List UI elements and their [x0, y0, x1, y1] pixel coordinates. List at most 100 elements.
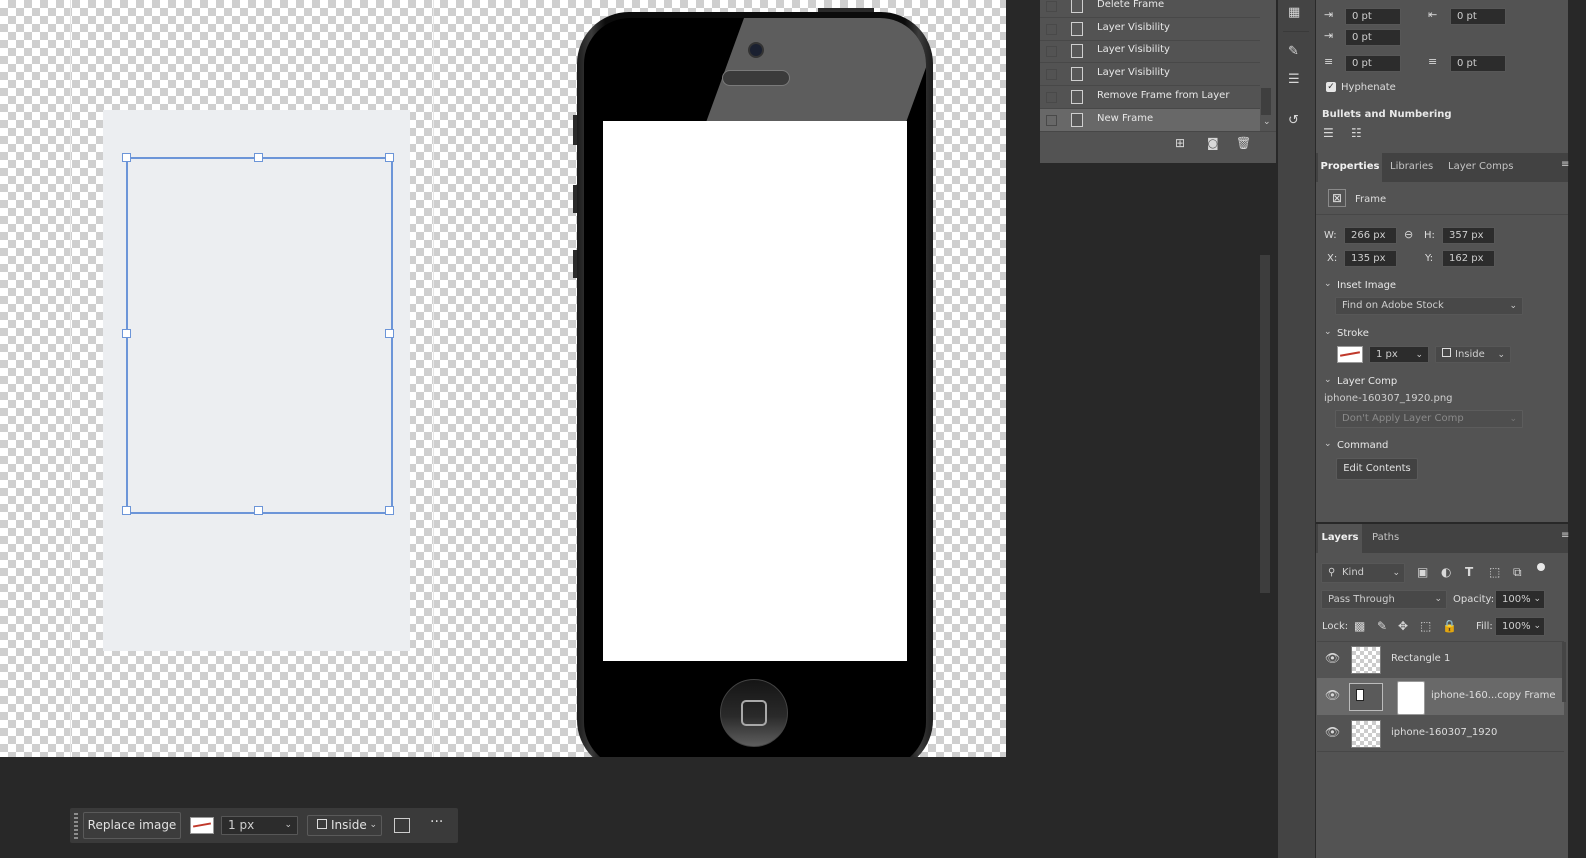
history-state-item[interactable]: Layer Visibility: [1040, 18, 1260, 41]
indent-left-icon: ⇥: [1324, 8, 1334, 21]
lock-transparent-icon[interactable]: ▩: [1354, 619, 1365, 633]
layer-row-iphone-frame[interactable]: 👁 iphone-160...copy Frame: [1317, 679, 1564, 715]
stroke-heading: Stroke: [1337, 328, 1369, 339]
layer-comp-chevron-icon[interactable]: ⌄: [1324, 375, 1332, 385]
width-field[interactable]: 266 px: [1344, 227, 1397, 244]
filter-type-icon[interactable]: T: [1465, 565, 1473, 579]
lock-position-move-icon[interactable]: ✥: [1398, 619, 1408, 633]
iphone-image-layer[interactable]: [0, 0, 1006, 757]
layers-panel-menu-icon[interactable]: ≡: [1561, 530, 1569, 541]
x-field[interactable]: 135 px: [1344, 250, 1397, 267]
history-state-label: Layer Visibility: [1097, 67, 1170, 79]
layer-row-iphone-image[interactable]: 👁 iphone-160307_1920: [1317, 716, 1564, 752]
tab-properties[interactable]: Properties: [1318, 153, 1382, 182]
search-icon: ⚲: [1328, 567, 1336, 578]
history-state-item[interactable]: Delete Frame: [1040, 0, 1260, 18]
trash-icon[interactable]: 🗑: [1236, 136, 1251, 150]
history-icon[interactable]: ↺: [1288, 113, 1299, 128]
indent-left-field[interactable]: 0 pt: [1345, 8, 1401, 25]
height-field[interactable]: 357 px: [1442, 227, 1495, 244]
filter-pixel-icon[interactable]: ▣: [1417, 565, 1428, 579]
tab-paths[interactable]: Paths: [1372, 524, 1399, 551]
lock-all-icon[interactable]: 🔒: [1442, 619, 1457, 633]
tab-libraries[interactable]: Libraries: [1390, 153, 1433, 180]
bulleted-list-icon[interactable]: ☰: [1323, 126, 1334, 140]
layers-scrollbar[interactable]: [1562, 642, 1566, 702]
history-snapshot-checkbox[interactable]: [1046, 69, 1057, 81]
replace-image-button[interactable]: Replace image: [83, 812, 181, 839]
stroke-align-dropdown[interactable]: Inside ⌄: [307, 815, 382, 836]
visibility-eye-icon[interactable]: 👁: [1325, 725, 1340, 739]
layer-filter-kind-dropdown[interactable]: ⚲ Kind ⌄: [1321, 563, 1405, 583]
layer-comp-dropdown: Don't Apply Layer Comp ⌄: [1335, 410, 1523, 428]
adjustments-sliders-icon[interactable]: ☰: [1288, 72, 1300, 87]
indent-right-icon: ⇤: [1428, 8, 1438, 21]
lock-label: Lock:: [1322, 621, 1349, 632]
filter-smart-object-icon[interactable]: ⧉: [1513, 565, 1522, 580]
layer-comp-heading: Layer Comp: [1337, 376, 1398, 387]
filter-toggle-icon[interactable]: [1537, 563, 1545, 571]
command-heading: Command: [1337, 440, 1389, 451]
layer-name[interactable]: Rectangle 1: [1391, 653, 1450, 664]
stroke-chevron-icon[interactable]: ⌄: [1324, 327, 1332, 337]
numbered-list-icon[interactable]: ☷: [1351, 126, 1362, 140]
inset-image-dropdown[interactable]: Find on Adobe Stock ⌄: [1335, 297, 1523, 315]
y-field[interactable]: 162 px: [1442, 250, 1495, 267]
space-after-field[interactable]: 0 pt: [1450, 55, 1506, 72]
history-snapshot-checkbox[interactable]: [1046, 1, 1057, 12]
layer-thumbnail: [1351, 646, 1381, 674]
brush-settings-icon[interactable]: ✎: [1288, 44, 1299, 59]
history-state-item[interactable]: New Frame: [1040, 108, 1260, 132]
history-state-item[interactable]: Layer Visibility: [1040, 40, 1260, 64]
indent-first-line-field[interactable]: 0 pt: [1345, 29, 1401, 46]
history-snapshot-checkbox[interactable]: [1046, 114, 1057, 126]
panel-menu-icon[interactable]: ≡: [1561, 159, 1569, 170]
frame-fit-icon[interactable]: [394, 818, 410, 833]
history-scrollbar-thumb[interactable]: [1261, 88, 1271, 115]
command-chevron-icon[interactable]: ⌄: [1324, 439, 1332, 449]
indent-right-field[interactable]: 0 pt: [1450, 8, 1506, 25]
inset-image-chevron-icon[interactable]: ⌄: [1324, 279, 1332, 289]
phone-screen-frame[interactable]: [603, 121, 907, 661]
snapshot-camera-icon[interactable]: ◙: [1207, 136, 1219, 150]
link-dimensions-icon[interactable]: ⊖: [1404, 228, 1413, 241]
stroke-color-swatch[interactable]: [190, 817, 214, 834]
fill-label: Fill:: [1476, 621, 1493, 632]
stroke-color-swatch-panel[interactable]: [1337, 346, 1363, 363]
workspace-scrollbar[interactable]: [1260, 255, 1270, 593]
history-snapshot-checkbox[interactable]: [1046, 23, 1057, 35]
history-state-label: Layer Visibility: [1097, 44, 1170, 56]
hyphenate-checkbox[interactable]: ✓: [1326, 82, 1336, 92]
lock-image-brush-icon[interactable]: ✎: [1377, 619, 1387, 633]
more-options-button[interactable]: ···: [430, 814, 443, 830]
panel-icon-strip: [1278, 0, 1315, 858]
table-grid-icon[interactable]: ▦: [1288, 5, 1300, 20]
visibility-eye-icon[interactable]: 👁: [1325, 688, 1340, 702]
layer-row-rectangle-1[interactable]: 👁 Rectangle 1: [1317, 642, 1564, 678]
blend-mode-dropdown[interactable]: Pass Through ⌄: [1321, 590, 1447, 609]
opacity-field[interactable]: 100% ⌄: [1495, 590, 1545, 609]
tab-layers[interactable]: Layers: [1318, 524, 1362, 553]
new-document-from-state-icon[interactable]: ⊞: [1175, 136, 1185, 150]
stroke-align-panel-dropdown[interactable]: Inside ⌄: [1435, 346, 1511, 363]
edit-contents-button[interactable]: Edit Contents: [1336, 458, 1418, 480]
filter-shape-icon[interactable]: ⬚: [1489, 565, 1500, 579]
history-snapshot-checkbox[interactable]: [1046, 91, 1057, 103]
stroke-width-panel-field[interactable]: 1 px ⌄: [1369, 346, 1429, 363]
layer-name[interactable]: iphone-160307_1920: [1391, 727, 1497, 738]
fill-field[interactable]: 100% ⌄: [1495, 617, 1545, 636]
history-state-item[interactable]: Remove Frame from Layer: [1040, 86, 1260, 109]
space-before-field[interactable]: 0 pt: [1345, 55, 1401, 72]
kind-label: Frame: [1355, 194, 1387, 205]
history-scroll-down[interactable]: ⌄: [1263, 117, 1271, 127]
layer-thumbnail: [1351, 720, 1381, 748]
visibility-eye-icon[interactable]: 👁: [1325, 651, 1340, 665]
history-state-item[interactable]: Layer Visibility: [1040, 63, 1260, 87]
task-bar-grip[interactable]: [74, 813, 78, 839]
filter-adjustment-icon[interactable]: ◐: [1441, 565, 1451, 579]
history-snapshot-checkbox[interactable]: [1046, 46, 1057, 58]
stroke-width-field[interactable]: 1 px ⌄: [221, 816, 298, 835]
tab-layer-comps[interactable]: Layer Comps: [1448, 153, 1513, 180]
lock-artboard-icon[interactable]: ⬚: [1420, 619, 1431, 633]
layer-name[interactable]: iphone-160...copy Frame: [1431, 690, 1556, 701]
